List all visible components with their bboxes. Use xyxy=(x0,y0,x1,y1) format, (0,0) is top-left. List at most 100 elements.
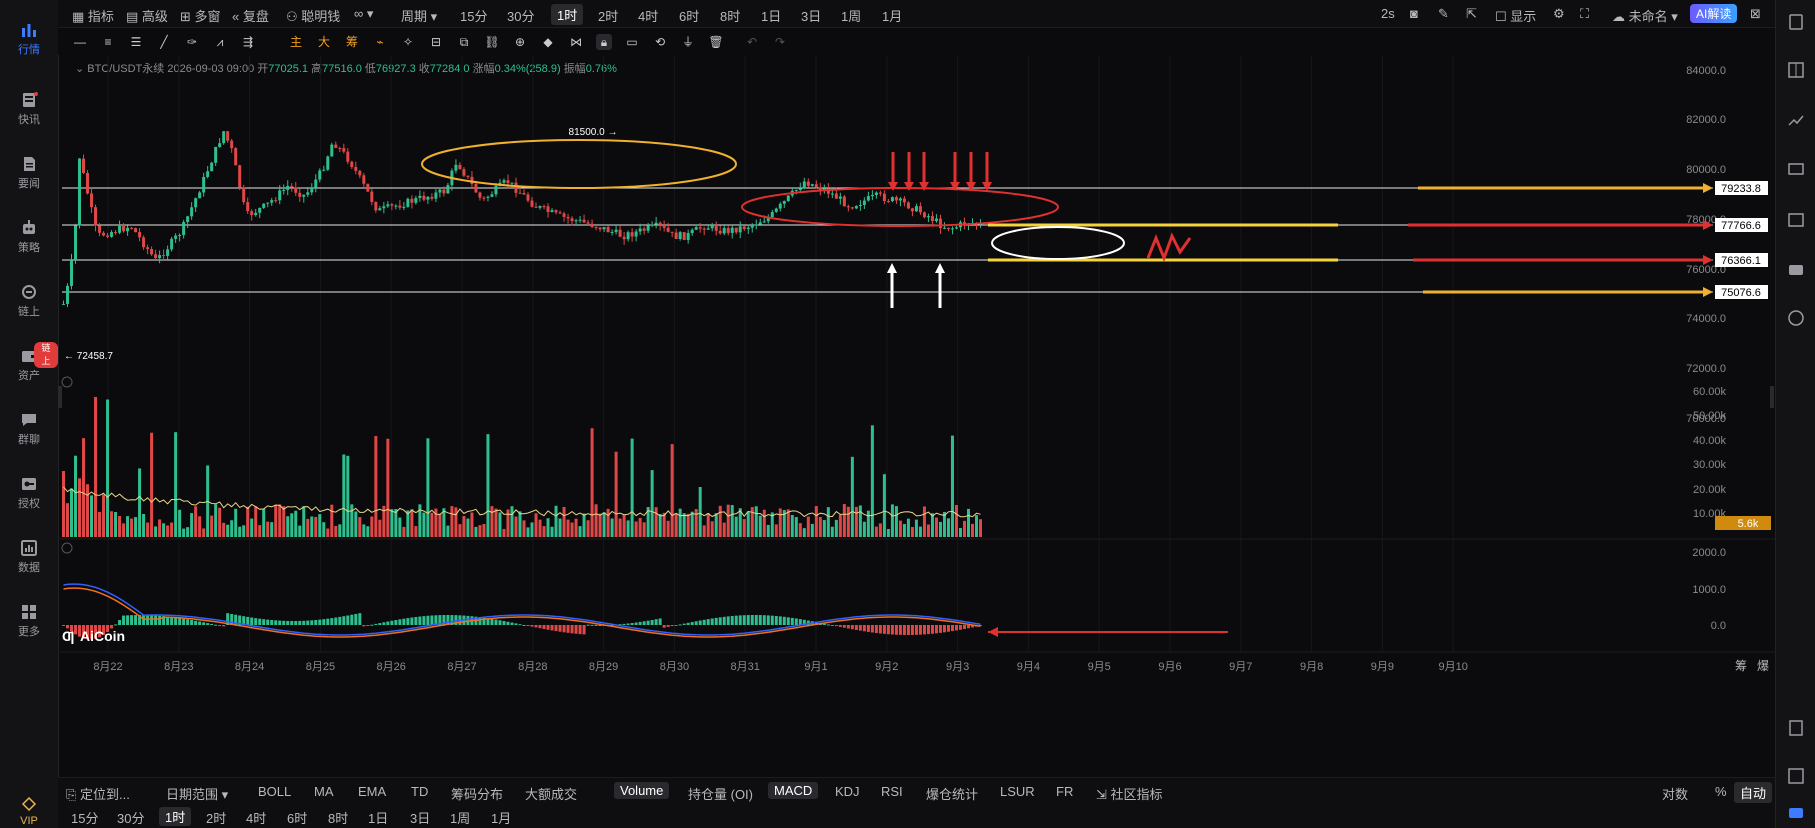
fullscreen-icon[interactable]: ⛶ xyxy=(1580,6,1589,22)
multi-window-button[interactable]: ⊞ 多窗 xyxy=(180,6,221,25)
nav-headlines[interactable]: 要闻 xyxy=(0,156,58,191)
settings-icon[interactable]: ⚙ xyxy=(1553,6,1565,22)
lsur-button[interactable]: LSUR xyxy=(1000,784,1035,799)
chips-label[interactable]: 筹 xyxy=(1735,659,1747,673)
chip-distribution-button[interactable]: 筹码分布 xyxy=(451,784,503,803)
locate-button[interactable]: ⎘ 定位到... xyxy=(66,784,130,803)
nav-data[interactable]: 数据 xyxy=(0,540,58,575)
big-order-toggle[interactable]: 大 xyxy=(316,34,332,50)
interval-2h[interactable]: 2时 xyxy=(598,6,618,25)
grid-view-icon[interactable] xyxy=(1788,62,1804,78)
copy-icon[interactable]: ⧉ xyxy=(456,34,472,50)
interval-1mo[interactable]: 1月 xyxy=(882,6,902,25)
eraser-icon[interactable]: ◆ xyxy=(540,34,556,50)
tf-30m[interactable]: 30分 xyxy=(117,808,144,827)
share-icon[interactable]: ⇱ xyxy=(1466,6,1477,22)
tf-1d[interactable]: 1日 xyxy=(368,808,388,827)
ema-button[interactable]: EMA xyxy=(358,784,386,799)
tf-15m[interactable]: 15分 xyxy=(71,808,98,827)
delete-icon[interactable]: 🗑︎ xyxy=(708,34,724,50)
interval-4h[interactable]: 4时 xyxy=(638,6,658,25)
interval-6h[interactable]: 6时 xyxy=(679,6,699,25)
notes-icon[interactable] xyxy=(1788,14,1804,30)
volume-pane-settings-icon[interactable] xyxy=(61,376,73,388)
redo-icon[interactable]: ↷ xyxy=(772,34,788,50)
nav-strategy[interactable]: 策略 xyxy=(0,220,58,255)
tf-1h[interactable]: 1时 xyxy=(159,807,192,826)
monitor-icon[interactable] xyxy=(1788,162,1804,178)
open-interest-button[interactable]: 持仓量 (OI) xyxy=(688,784,753,803)
interval-30m[interactable]: 30分 xyxy=(507,6,534,25)
parallel-lines-tool-icon[interactable]: ≡ xyxy=(100,34,116,50)
large-trades-button[interactable]: 大额成交 xyxy=(525,784,577,803)
account-dropdown[interactable]: ☁ 未命名 ▾ xyxy=(1612,6,1678,25)
tf-1w[interactable]: 1周 xyxy=(450,808,470,827)
tf-8h[interactable]: 8时 xyxy=(328,808,348,827)
replay-button[interactable]: « 复盘 xyxy=(232,6,269,25)
horizontal-line-tool-icon[interactable]: — xyxy=(72,34,88,50)
signal-icon[interactable]: ⌁ xyxy=(372,34,388,50)
tf-1mo[interactable]: 1月 xyxy=(491,808,511,827)
volume-indicator-button[interactable]: Volume xyxy=(614,782,670,799)
interval-3d[interactable]: 3日 xyxy=(801,6,821,25)
liquidation-stats-button[interactable]: 爆仓统计 xyxy=(926,784,978,803)
liquidation-label[interactable]: 爆 xyxy=(1757,659,1769,673)
pen-icon[interactable]: ✎ xyxy=(1438,6,1449,22)
bot-icon[interactable] xyxy=(1788,805,1804,821)
td-button[interactable]: TD xyxy=(411,784,428,799)
chart-area[interactable]: 84000.0 82000.0 80000.0 78000.0 76000.0 … xyxy=(58,56,1775,776)
sync-icon[interactable]: ⟲ xyxy=(652,34,668,50)
filter-icon[interactable]: ⏚ xyxy=(680,34,696,50)
macd-button[interactable]: MACD xyxy=(768,782,819,799)
nav-more[interactable]: 更多 xyxy=(0,604,58,639)
note-icon[interactable] xyxy=(1788,720,1804,736)
brush-tool-icon[interactable]: ✑ xyxy=(184,34,200,50)
tf-3d[interactable]: 3日 xyxy=(410,808,430,827)
boll-button[interactable]: BOLL xyxy=(258,784,291,799)
nav-assets[interactable]: 链上 资产 xyxy=(0,342,58,383)
interval-8h[interactable]: 8时 xyxy=(720,6,740,25)
display-button[interactable]: ☐ 显示 xyxy=(1495,6,1536,25)
rsi-button[interactable]: RSI xyxy=(881,784,903,799)
magic-icon[interactable]: ✧ xyxy=(400,34,416,50)
zoom-icon[interactable]: ⊕ xyxy=(512,34,528,50)
layers-icon[interactable]: ⊟ xyxy=(428,34,444,50)
exchange-icon[interactable] xyxy=(1788,310,1804,326)
fr-button[interactable]: FR xyxy=(1056,784,1073,799)
layout-icon[interactable] xyxy=(1788,768,1804,784)
pattern-tool-icon[interactable]: ⇶ xyxy=(240,34,256,50)
smart-money-button[interactable]: ⚇ 聪明钱 xyxy=(286,6,340,25)
main-force-toggle[interactable]: 主 xyxy=(288,34,304,50)
close-icon[interactable]: ⊠ xyxy=(1750,6,1761,22)
infinity-button[interactable]: ∞ ▾ xyxy=(354,6,373,22)
ma-button[interactable]: MA xyxy=(314,784,334,799)
percent-toggle[interactable]: % xyxy=(1715,784,1727,799)
right-collapse-handle[interactable] xyxy=(1770,386,1774,408)
drawing-annotations[interactable] xyxy=(421,139,1192,263)
community-indicator-button[interactable]: ⇲ 社区指标 xyxy=(1096,784,1163,803)
trend-line-tool-icon[interactable]: ╱ xyxy=(156,34,172,50)
nav-flash[interactable]: 快讯 xyxy=(0,92,58,127)
tf-4h[interactable]: 4时 xyxy=(246,808,266,827)
template-icon[interactable]: ▭ xyxy=(624,34,640,50)
nav-group-chat[interactable]: 群聊 xyxy=(0,412,58,447)
fib-tool-icon[interactable]: ☰ xyxy=(128,34,144,50)
measure-tool-icon[interactable]: ⩘ xyxy=(212,34,228,50)
tf-6h[interactable]: 6时 xyxy=(287,808,307,827)
kdj-button[interactable]: KDJ xyxy=(835,784,860,799)
nav-vip[interactable]: VIP xyxy=(0,796,58,827)
refresh-rate[interactable]: 2s xyxy=(1381,6,1395,21)
robot-assistant-icon[interactable] xyxy=(1788,262,1804,278)
etf-icon[interactable] xyxy=(1788,212,1804,228)
period-dropdown[interactable]: 周期 ▾ xyxy=(401,6,437,25)
interval-1h[interactable]: 1时 xyxy=(551,4,584,25)
interval-1d[interactable]: 1日 xyxy=(761,6,781,25)
chips-toggle[interactable]: 筹 xyxy=(344,34,360,50)
log-scale-toggle[interactable]: 对数 xyxy=(1662,784,1688,803)
indicator-button[interactable]: ▦ 指标 xyxy=(72,6,114,25)
nav-authorize[interactable]: 授权 xyxy=(0,476,58,511)
interval-1w[interactable]: 1周 xyxy=(841,6,861,25)
lock-icon[interactable]: 🔒︎ xyxy=(596,34,612,50)
auto-scale-toggle[interactable]: 自动 xyxy=(1734,782,1773,803)
macd-pane-settings-icon[interactable] xyxy=(61,542,73,554)
